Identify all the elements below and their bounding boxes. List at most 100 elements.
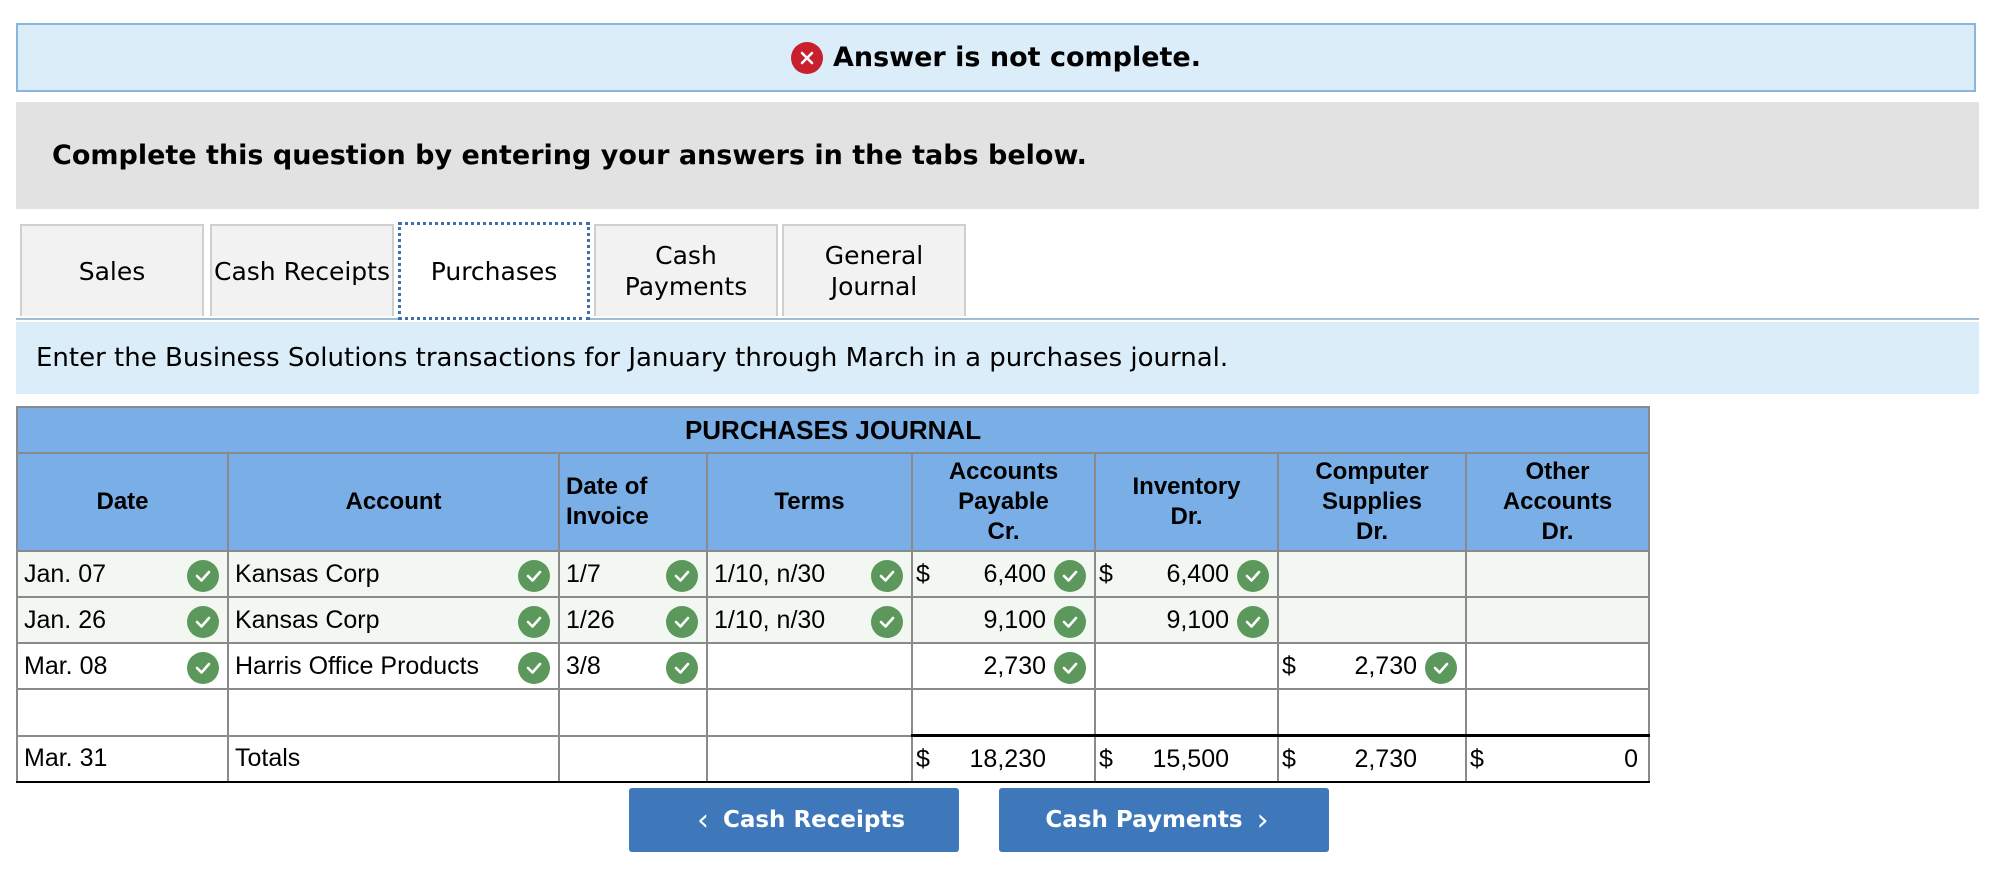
account-cell[interactable] — [227, 688, 560, 737]
terms-cell[interactable]: 1/10, n/30 — [706, 550, 913, 598]
correct-check-icon — [187, 652, 219, 684]
computer-supplies-total: 2,730 — [1354, 744, 1417, 773]
correct-check-icon — [1425, 652, 1457, 684]
error-x-icon — [790, 41, 823, 74]
correct-check-icon — [1054, 560, 1086, 592]
journal-title: PURCHASES JOURNAL — [15, 406, 1651, 454]
table-row — [16, 688, 1651, 737]
tab-cash-payments[interactable]: Cash Payments — [594, 224, 778, 316]
account-cell: Totals — [227, 734, 560, 783]
correct-check-icon — [871, 606, 903, 638]
tab-baseline — [16, 318, 1979, 320]
tab-label: Cash Payments — [624, 241, 748, 301]
inventory-cell[interactable]: $ 6,400 — [1094, 550, 1279, 598]
date-value: Mar. 08 — [24, 651, 108, 680]
prev-tab-button[interactable]: ‹ Cash Receipts — [629, 788, 959, 852]
other-accounts-cell[interactable] — [1464, 642, 1651, 690]
computer-supplies-cell[interactable] — [1277, 688, 1467, 737]
date-cell: Mar. 31 — [16, 734, 229, 783]
correct-check-icon — [871, 560, 903, 592]
other-accounts-total-cell[interactable]: $ 0 — [1464, 734, 1651, 783]
instructions-panel: Complete this question by entering your … — [16, 102, 1979, 209]
tab-bar: Sales Cash Receipts Purchases Cash Payme… — [16, 222, 1979, 320]
accounts-payable-cell[interactable] — [911, 688, 1096, 737]
invoice-date-cell[interactable]: 1/26 — [558, 596, 708, 644]
account-cell[interactable]: Kansas Corp — [227, 596, 560, 644]
totals-label: Totals — [235, 744, 301, 773]
col-header-inventory: Inventory Dr. — [1094, 452, 1279, 552]
correct-check-icon — [666, 560, 698, 592]
chevron-left-icon: ‹ — [696, 802, 709, 838]
totals-row: Mar. 31 Totals $ 18,230 $ 15,500 $ 2,730… — [16, 734, 1651, 783]
col-header-terms: Terms — [706, 452, 913, 552]
invoice-date-cell[interactable] — [558, 688, 708, 737]
date-cell[interactable] — [16, 688, 229, 737]
col-header-account: Account — [227, 452, 560, 552]
answer-status-text: Answer is not complete. — [832, 42, 1202, 73]
computer-supplies-cell[interactable] — [1277, 596, 1467, 644]
tab-cash-receipts[interactable]: Cash Receipts — [210, 224, 394, 316]
tab-sales[interactable]: Sales — [20, 224, 204, 316]
other-accounts-cell[interactable] — [1464, 688, 1651, 737]
table-row: Mar. 08 Harris Office Products 3/8 2,730… — [16, 642, 1651, 690]
correct-check-icon — [518, 652, 550, 684]
date-cell[interactable]: Jan. 26 — [16, 596, 229, 644]
computer-supplies-cell[interactable]: $ 2,730 — [1277, 642, 1467, 690]
other-accounts-cell[interactable] — [1464, 550, 1651, 598]
invoice-date-cell[interactable]: 1/7 — [558, 550, 708, 598]
correct-check-icon — [187, 560, 219, 592]
dollar-sign: $ — [1470, 744, 1484, 773]
inventory-cell[interactable] — [1094, 642, 1279, 690]
dollar-sign: $ — [1282, 744, 1296, 773]
inventory-cell[interactable]: 9,100 — [1094, 596, 1279, 644]
other-accounts-cell[interactable] — [1464, 596, 1651, 644]
col-header-computer-supplies: Computer Supplies Dr. — [1277, 452, 1467, 552]
correct-check-icon — [1054, 606, 1086, 638]
invoice-date-value: 1/7 — [566, 559, 601, 588]
tab-label: General Journal — [824, 241, 924, 301]
date-cell[interactable]: Jan. 07 — [16, 550, 229, 598]
answer-status-banner: Answer is not complete. — [16, 23, 1976, 92]
computer-supplies-cell[interactable] — [1277, 550, 1467, 598]
invoice-date-cell[interactable]: 3/8 — [558, 642, 708, 690]
terms-cell[interactable] — [706, 642, 913, 690]
inventory-value: 9,100 — [1166, 605, 1229, 634]
invoice-date-cell — [558, 734, 708, 783]
accounts-payable-total-cell[interactable]: $ 18,230 — [911, 734, 1096, 783]
computer-supplies-total-cell[interactable]: $ 2,730 — [1277, 734, 1467, 783]
correct-check-icon — [518, 606, 550, 638]
accounts-payable-cell[interactable]: 9,100 — [911, 596, 1096, 644]
inventory-total-cell[interactable]: $ 15,500 — [1094, 734, 1279, 783]
inventory-value: 6,400 — [1166, 559, 1229, 588]
accounts-payable-value: 6,400 — [983, 559, 1046, 588]
accounts-payable-total: 18,230 — [969, 744, 1046, 773]
dollar-sign: $ — [1099, 744, 1113, 773]
accounts-payable-value: 2,730 — [983, 651, 1046, 680]
table-row: Jan. 07 Kansas Corp 1/7 1/10, n/30 $ 6,4… — [16, 550, 1651, 598]
accounts-payable-cell[interactable]: $ 6,400 — [911, 550, 1096, 598]
inventory-cell[interactable] — [1094, 688, 1279, 737]
correct-check-icon — [1054, 652, 1086, 684]
col-header-date-of-invoice: Date of Invoice — [558, 452, 708, 552]
date-value: Jan. 07 — [24, 559, 107, 588]
date-cell[interactable]: Mar. 08 — [16, 642, 229, 690]
terms-cell[interactable]: 1/10, n/30 — [706, 596, 913, 644]
other-accounts-total: 0 — [1624, 744, 1639, 773]
chevron-right-icon: › — [1256, 802, 1269, 838]
correct-check-icon — [187, 606, 219, 638]
totals-date: Mar. 31 — [24, 744, 108, 773]
instructions-text: Complete this question by entering your … — [52, 140, 1087, 171]
correct-check-icon — [1237, 606, 1269, 638]
col-header-accounts-payable: Accounts Payable Cr. — [911, 452, 1096, 552]
account-cell[interactable]: Kansas Corp — [227, 550, 560, 598]
computer-supplies-value: 2,730 — [1354, 651, 1417, 680]
dollar-sign: $ — [1099, 559, 1113, 588]
next-tab-button[interactable]: Cash Payments › — [999, 788, 1329, 852]
tab-purchases[interactable]: Purchases — [398, 222, 590, 320]
accounts-payable-cell[interactable]: 2,730 — [911, 642, 1096, 690]
terms-cell[interactable] — [706, 688, 913, 737]
prev-tab-label: Cash Receipts — [722, 807, 906, 833]
account-cell[interactable]: Harris Office Products — [227, 642, 560, 690]
tab-label: Cash Receipts — [214, 256, 390, 286]
tab-general-journal[interactable]: General Journal — [782, 224, 966, 316]
